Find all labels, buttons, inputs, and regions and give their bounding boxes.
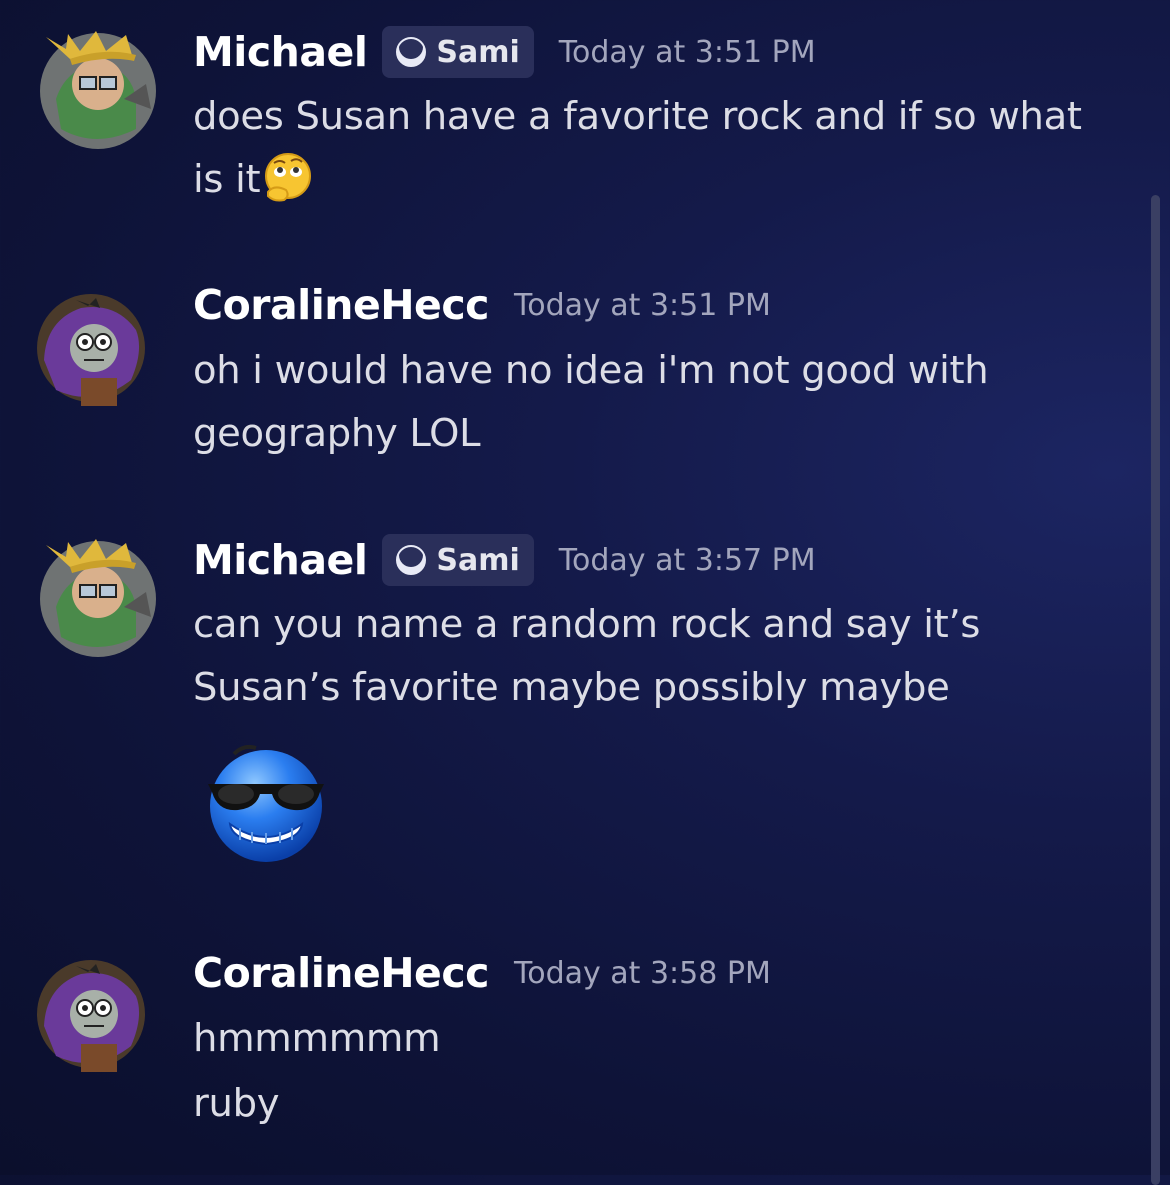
crowned-avatar-icon	[40, 539, 156, 657]
message-line: can you name a random rock and say it’s	[193, 602, 981, 647]
message-line: is it	[193, 157, 261, 202]
message-line: hmmmmmm	[193, 1016, 441, 1061]
thinking-face-emoji-icon	[265, 153, 312, 202]
timestamp: Today at 3:58 PM	[513, 955, 771, 991]
server-tag[interactable]: Sami	[382, 26, 534, 78]
message-line-with-emoji: is it	[193, 148, 1143, 211]
username[interactable]: CoralineHecc	[193, 949, 489, 997]
message-content: oh i would have no idea i'm not good wit…	[193, 339, 1143, 465]
message-line: Susan’s favorite maybe possibly maybe	[193, 665, 950, 710]
message-content: can you name a random rock and say it’s …	[193, 593, 1143, 719]
message-header: CoralineHecc Today at 3:51 PM	[193, 275, 771, 335]
timestamp: Today at 3:51 PM	[558, 34, 816, 70]
timestamp: Today at 3:51 PM	[513, 287, 771, 323]
message-content: hmmmmmm ruby	[193, 1007, 1143, 1135]
tag-label: Sami	[436, 34, 520, 70]
message-header: Michael Sami Today at 3:57 PM	[193, 530, 816, 590]
moon-tag-icon	[396, 35, 427, 67]
crowned-avatar-icon	[40, 31, 156, 149]
scrollbar[interactable]	[1151, 195, 1160, 1185]
character-avatar-icon	[37, 294, 145, 406]
username[interactable]: Michael	[193, 28, 368, 76]
character-avatar-icon	[37, 960, 145, 1072]
timestamp: Today at 3:57 PM	[558, 542, 816, 578]
tag-label: Sami	[436, 542, 520, 578]
avatar-michael[interactable]	[36, 537, 156, 657]
avatar-coralinehecc[interactable]	[36, 956, 156, 1076]
username[interactable]: Michael	[193, 536, 368, 584]
avatar-coralinehecc[interactable]	[36, 290, 156, 410]
message-line: ruby	[193, 1081, 280, 1126]
cool-sunglasses-emoji-icon[interactable]	[204, 740, 328, 864]
moon-tag-icon	[396, 543, 427, 575]
avatar-michael[interactable]	[36, 29, 156, 149]
message-header: Michael Sami Today at 3:51 PM	[193, 22, 816, 82]
message-line: geography LOL	[193, 411, 481, 456]
username[interactable]: CoralineHecc	[193, 281, 489, 329]
message-line: does Susan have a favorite rock and if s…	[193, 94, 1082, 139]
message-header: CoralineHecc Today at 3:58 PM	[193, 943, 771, 1003]
message-line: oh i would have no idea i'm not good wit…	[193, 348, 989, 393]
message-content: does Susan have a favorite rock and if s…	[193, 85, 1143, 211]
server-tag[interactable]: Sami	[382, 534, 534, 586]
